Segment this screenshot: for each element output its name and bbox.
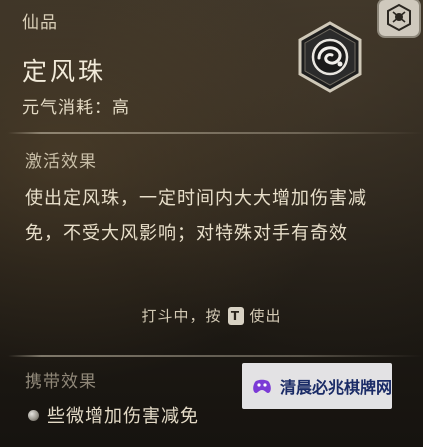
energy-cost: 元气消耗：高 bbox=[22, 98, 130, 118]
watermark-text: 清晨必兆棋牌网 bbox=[280, 378, 393, 397]
hint-prefix: 打斗中，按 bbox=[141, 307, 222, 325]
carry-effect-title: 携带效果 bbox=[25, 372, 97, 392]
purple-gamepad-logo-icon bbox=[253, 379, 271, 393]
watermark: 清晨必兆棋牌网 bbox=[242, 363, 392, 409]
item-name: 定风珠 bbox=[22, 57, 107, 86]
divider bbox=[8, 355, 423, 357]
activation-effect-title: 激活效果 bbox=[25, 152, 97, 172]
list-item: 些微增加伤害减免 bbox=[28, 402, 199, 428]
divider bbox=[8, 132, 423, 134]
item-tooltip-panel: 仙品 定风珠 元气消耗：高 激活效果 使出定风珠，一定时间内大大增加伤害减免，不… bbox=[0, 0, 423, 447]
keybind-t: T bbox=[227, 306, 244, 325]
carry-effect-text: 些微增加伤害减免 bbox=[47, 406, 199, 427]
item-category: 仙品 bbox=[22, 13, 58, 33]
hint-suffix: 使出 bbox=[249, 307, 282, 325]
activation-hint: 打斗中，按 T 使出 bbox=[0, 305, 423, 326]
hexagon-emblem-icon bbox=[377, 0, 421, 38]
bullet-icon bbox=[28, 409, 39, 421]
activation-effect-description: 使出定风珠，一定时间内大大增加伤害减免，不受大风影响；对特殊对手有奇效 bbox=[25, 188, 367, 244]
wind-pearl-icon[interactable] bbox=[295, 20, 365, 94]
